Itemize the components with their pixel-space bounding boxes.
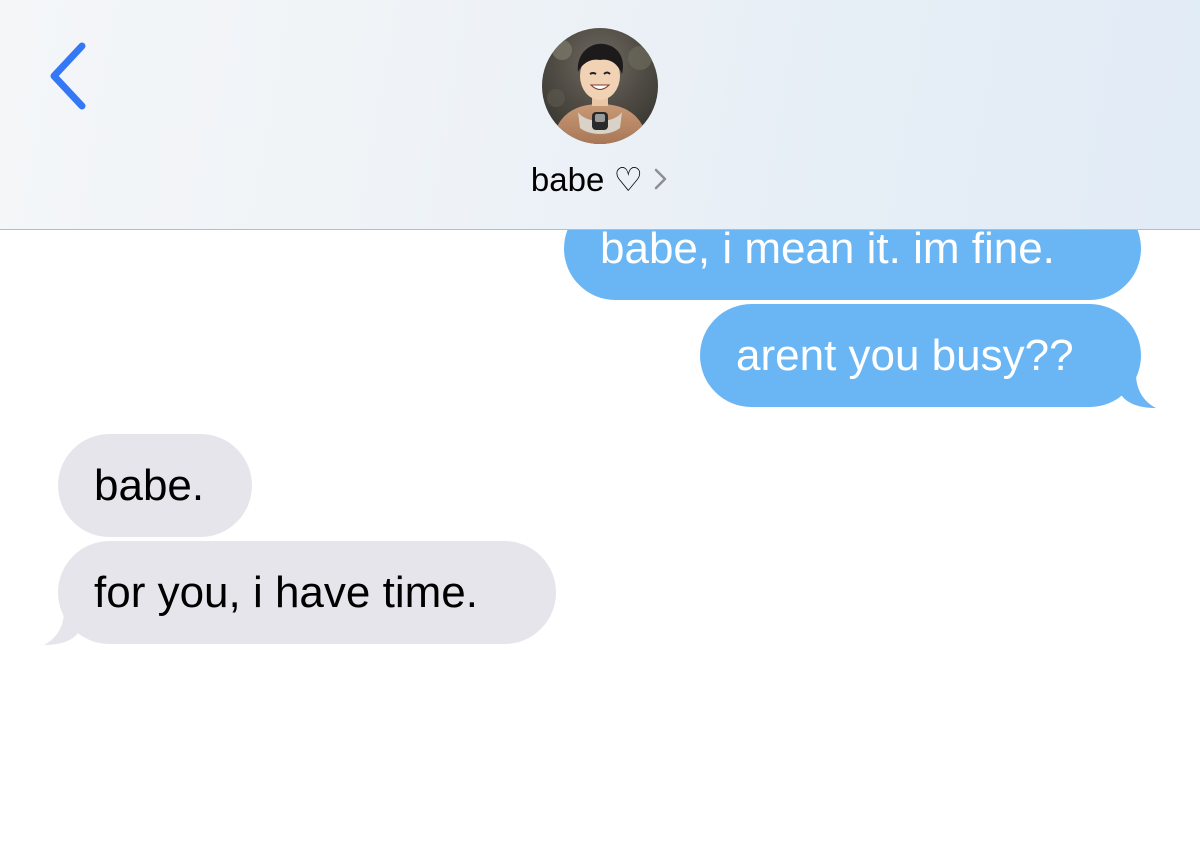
- contact-name: babe ♡: [530, 161, 644, 199]
- message-bubble-received[interactable]: for you, i have time.: [58, 541, 556, 644]
- message-bubble-received[interactable]: babe.: [58, 434, 252, 537]
- avatar-photo: [542, 28, 658, 144]
- chevron-left-icon: [50, 42, 86, 110]
- message-text: arent you busy??: [736, 331, 1074, 380]
- contact-avatar[interactable]: [542, 28, 658, 144]
- messages-screen: babe, i mean it. im fine. arent you busy…: [0, 0, 1200, 863]
- chevron-right-icon: [653, 157, 669, 203]
- sent-bubble-tail: [1122, 374, 1156, 408]
- contact-details-link[interactable]: babe ♡: [0, 155, 1200, 203]
- back-button[interactable]: [40, 38, 100, 114]
- message-bubble-sent[interactable]: arent you busy??: [700, 304, 1141, 407]
- message-text: babe.: [94, 461, 205, 510]
- received-bubble-tail: [44, 611, 78, 645]
- message-text: for you, i have time.: [94, 568, 478, 617]
- conversation-header: babe ♡: [0, 0, 1200, 230]
